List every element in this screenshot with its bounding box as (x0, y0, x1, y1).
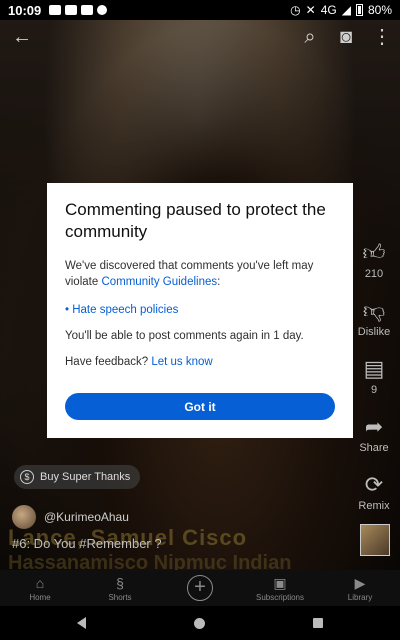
nav-library[interactable]: ▶ Library (320, 570, 400, 606)
search-icon[interactable]: ⌕ (298, 25, 322, 49)
battery-percent: 80% (367, 3, 392, 17)
dialog-title: Commenting paused to protect the communi… (65, 200, 326, 241)
nav-subscriptions-label: Subscriptions (255, 592, 305, 602)
caption-prefix: #6: Do You (12, 536, 80, 551)
home-icon: ⌂ (35, 574, 45, 591)
youtube-notification-icon (81, 5, 94, 15)
notification-icons (49, 5, 108, 15)
system-nav (0, 606, 400, 640)
network-type: 4G (320, 3, 337, 17)
status-bar: 10:09 ◷ ✕ 4G ◢ 80% (0, 0, 400, 20)
youtube-notification-icon (65, 5, 78, 15)
comment-icon: ▤ (363, 356, 385, 381)
remix-button[interactable]: ⟳ Remix (354, 472, 394, 512)
hate-speech-policies-link[interactable]: • Hate speech policies (65, 304, 335, 316)
remix-icon: ⟳ (364, 472, 384, 497)
bottom-nav: ⌂ Home § Shorts + ▣ Subscriptions ▶ Libr… (0, 570, 400, 606)
comments-button[interactable]: ▤ 9 (354, 356, 394, 396)
super-thanks-label: Buy Super Thanks (40, 471, 131, 483)
dislike-button[interactable]: 👎︎ Dislike (354, 298, 394, 338)
caption-suffix: ? (150, 536, 162, 551)
add-icon: + (187, 575, 213, 601)
recents-square-icon[interactable] (313, 618, 323, 628)
sound-thumbnail[interactable] (360, 524, 390, 556)
back-triangle-icon[interactable] (77, 617, 86, 629)
nav-home[interactable]: ⌂ Home (0, 570, 80, 606)
got-it-button[interactable]: Got it (65, 393, 335, 420)
nav-create[interactable]: + (160, 570, 240, 606)
nav-shorts[interactable]: § Shorts (80, 570, 160, 606)
side-actions: 👍︎ 210 👎︎ Dislike ▤ 9 ➦ Share ⟳ Remix (354, 240, 394, 530)
more-vert-icon[interactable]: ⋮ (370, 25, 394, 49)
nav-library-label: Library (347, 592, 373, 602)
home-circle-icon[interactable] (194, 617, 205, 629)
channel-name[interactable]: @KurimeoAhau (44, 510, 129, 524)
dialog-duration-text: You'll be able to post comments again in… (65, 330, 304, 342)
library-icon: ▶ (354, 574, 366, 591)
battery-icon (355, 4, 363, 16)
subscriptions-icon: ▣ (273, 574, 287, 591)
share-button[interactable]: ➦ Share (354, 414, 394, 454)
chat-notification-icon (97, 5, 108, 15)
alarm-icon: ◷ (290, 3, 301, 17)
comment-paused-dialog: Commenting paused to protect the communi… (47, 183, 353, 438)
status-right: ◷ ✕ 4G ◢ 80% (290, 3, 392, 17)
dialog-body-end: : (217, 276, 221, 288)
gallery-notification-icon (49, 5, 62, 15)
status-time: 10:09 (8, 2, 42, 18)
dialog-body: We've discovered that comments you've le… (65, 258, 335, 290)
like-count: 210 (364, 268, 384, 280)
comment-count: 9 (370, 384, 378, 396)
share-label: Share (359, 442, 389, 454)
arrow-left-icon[interactable]: ← (10, 25, 34, 49)
nav-home-label: Home (29, 592, 51, 602)
avatar[interactable] (12, 505, 36, 529)
mute-icon: ✕ (305, 3, 316, 17)
camera-icon[interactable]: ◙ (334, 25, 358, 49)
community-guidelines-link[interactable]: Community Guidelines (101, 276, 217, 288)
remix-label: Remix (358, 500, 390, 512)
video-caption[interactable]: #6: Do You #Remember ? (12, 536, 162, 551)
thumbs-up-icon: 👍︎ (362, 240, 386, 265)
caption-hashtag[interactable]: #Remember (79, 536, 151, 551)
thumbs-down-icon: 👎︎ (362, 298, 386, 323)
feedback-text: Have feedback? (65, 356, 152, 368)
super-thanks-icon: $ (20, 470, 34, 484)
nav-shorts-label: Shorts (108, 592, 132, 602)
top-bar: ← ⌕ ◙ ⋮ (0, 22, 400, 52)
shorts-icon: § (116, 574, 124, 591)
super-thanks-button[interactable]: $ Buy Super Thanks (14, 465, 141, 489)
dialog-feedback: Have feedback? Let us know (65, 356, 335, 368)
share-icon: ➦ (364, 414, 384, 439)
nav-subscriptions[interactable]: ▣ Subscriptions (240, 570, 320, 606)
signal-icon: ◢ (341, 3, 351, 17)
let-us-know-link[interactable]: Let us know (151, 356, 212, 368)
channel-row[interactable]: @KurimeoAhau (12, 505, 129, 529)
dislike-label: Dislike (357, 326, 391, 338)
like-button[interactable]: 👍︎ 210 (354, 240, 394, 280)
